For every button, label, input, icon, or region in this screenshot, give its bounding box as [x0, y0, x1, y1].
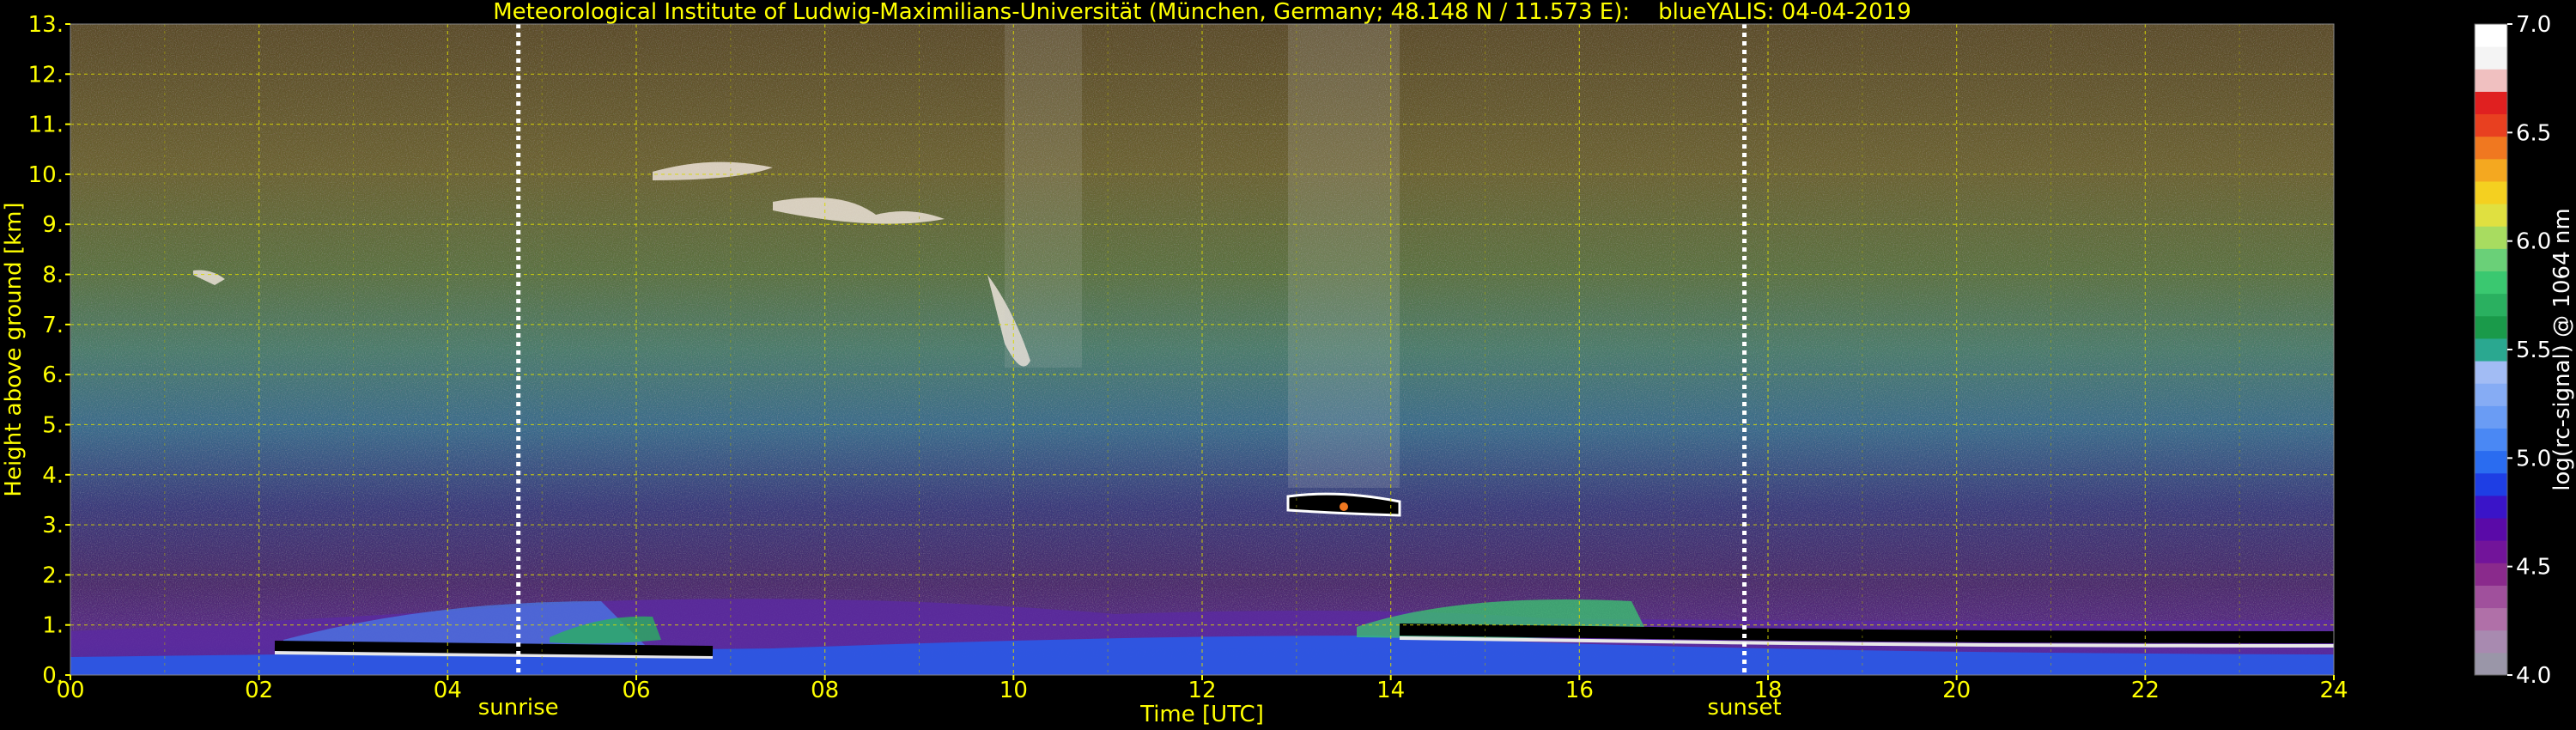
- x-tick-label: 04: [434, 678, 462, 703]
- x-tick-label: 12: [1188, 678, 1216, 703]
- x-tick-label: 08: [811, 678, 839, 703]
- y-tick-label: 8.: [42, 263, 64, 289]
- colorbar-tick-label: 6.5: [2516, 120, 2551, 146]
- colorbar-label: log(rc-signal) @ 1064 nm: [2549, 208, 2575, 490]
- colorbar-segment: [2475, 315, 2507, 339]
- plot-area: [70, 24, 2334, 675]
- noise-column: [1005, 24, 1082, 368]
- x-axis-label: Time [UTC]: [1139, 702, 1264, 727]
- colorbar-segment: [2475, 91, 2507, 115]
- colorbar-segment: [2475, 450, 2507, 474]
- colorbar-segment: [2475, 204, 2507, 227]
- y-tick-label: 5.: [42, 412, 64, 438]
- morning-boundary: [274, 641, 714, 656]
- colorbar-segment: [2475, 136, 2507, 160]
- colorbar: [2474, 23, 2508, 676]
- colorbar-tick-label: 5.0: [2516, 446, 2551, 471]
- y-tick-label: 7.: [42, 313, 64, 338]
- colorbar-segment: [2475, 472, 2507, 496]
- colorbar-segment: [2475, 113, 2507, 137]
- colorbar-segment: [2475, 180, 2507, 204]
- lidar-chart: Meteorological Institute of Ludwig-Maxim…: [1, 0, 2575, 727]
- colorbar-tick-label: 4.0: [2516, 663, 2551, 689]
- x-tick-label: 20: [1942, 678, 1971, 703]
- x-tick-label: 24: [2319, 678, 2348, 703]
- y-tick-label: 6.: [42, 362, 64, 388]
- y-tick-label: 12.: [28, 62, 64, 88]
- colorbar-tick-label: 5.5: [2516, 338, 2551, 363]
- colorbar-segment: [2475, 248, 2507, 272]
- colorbar-segment: [2475, 158, 2507, 182]
- y-axis-label: Height above ground [km]: [1, 202, 27, 496]
- colorbar-segment: [2475, 383, 2507, 406]
- colorbar-segment: [2475, 293, 2507, 317]
- x-tick-label: 22: [2131, 678, 2160, 703]
- colorbar-segment: [2475, 46, 2507, 70]
- y-tick-label: 9.: [42, 212, 64, 238]
- colorbar-segment: [2475, 540, 2507, 563]
- y-tick-label: 4.: [42, 463, 64, 489]
- y-tick-label: 11.: [28, 113, 64, 138]
- colorbar-segment: [2475, 271, 2507, 295]
- colorbar-segment: [2475, 630, 2507, 654]
- colorbar-segment: [2475, 607, 2507, 631]
- colorbar-tick-label: 6.0: [2516, 229, 2551, 255]
- x-tick-label: 00: [56, 678, 84, 703]
- colorbar-segment: [2475, 563, 2507, 586]
- x-tick-label: 02: [245, 678, 273, 703]
- y-tick-label: 2.: [42, 563, 64, 588]
- mid-cloud-core: [1340, 502, 1348, 511]
- colorbar-segment: [2475, 585, 2507, 609]
- y-tick-label: 3.: [42, 513, 64, 538]
- x-axis-ticks: 00 02 04 06 08 10 12 14 16 18 20 22 24: [56, 675, 2348, 703]
- marker-label-sunrise: sunrise: [478, 695, 559, 721]
- marker-label-sunset: sunset: [1707, 695, 1781, 721]
- y-axis-ticks: 0.1.2.3.4.5.6.7.8.9.10.11.12.13.: [28, 12, 70, 689]
- colorbar-segment: [2475, 226, 2507, 249]
- x-tick-label: 10: [999, 678, 1028, 703]
- colorbar-segment: [2475, 405, 2507, 429]
- colorbar-segment: [2475, 652, 2507, 676]
- y-tick-label: 13.: [28, 12, 64, 38]
- chart-title: Meteorological Institute of Ludwig-Maxim…: [493, 0, 1911, 25]
- y-tick-label: 10.: [28, 162, 64, 188]
- colorbar-segment: [2475, 428, 2507, 452]
- colorbar-segment: [2475, 361, 2507, 384]
- x-tick-label: 06: [622, 678, 650, 703]
- colorbar-segment: [2475, 338, 2507, 362]
- colorbar-segment: [2475, 24, 2507, 47]
- colorbar-ticks: 4.0 4.5 5.0 5.5 6.0 6.5 7.0: [2507, 12, 2551, 689]
- noise-column: [1288, 24, 1400, 488]
- y-tick-label: 1.: [42, 613, 64, 639]
- colorbar-tick-label: 4.5: [2516, 555, 2551, 581]
- colorbar-segment: [2475, 495, 2507, 519]
- colorbar-segment: [2475, 69, 2507, 92]
- colorbar-tick-label: 7.0: [2516, 12, 2551, 38]
- x-tick-label: 14: [1376, 678, 1405, 703]
- colorbar-segment: [2475, 518, 2507, 541]
- x-tick-label: 16: [1565, 678, 1594, 703]
